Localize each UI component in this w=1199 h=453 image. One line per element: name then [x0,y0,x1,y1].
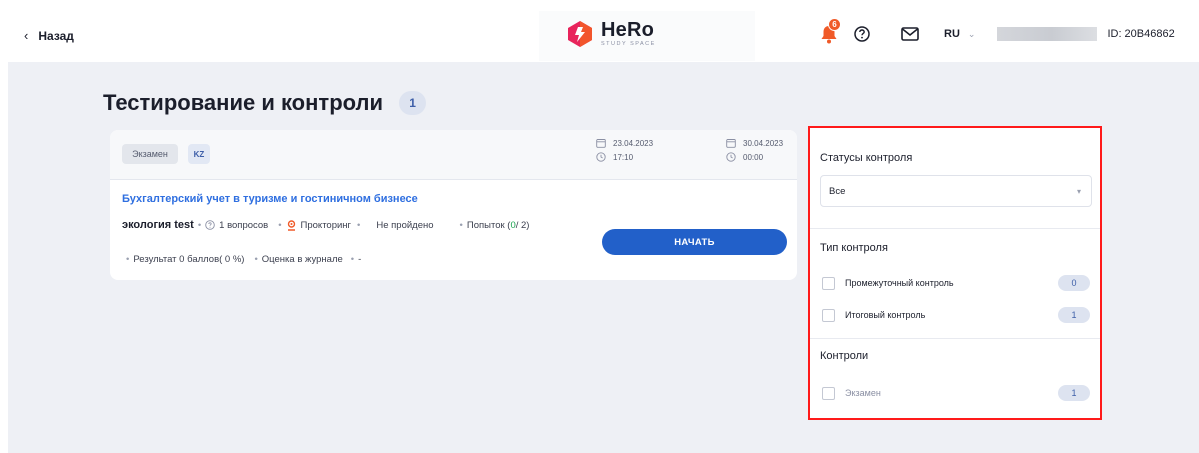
type-filter-label: Итоговый контроль [845,310,926,320]
user-id: ID: 20B46862 [1107,28,1175,40]
header-actions: 6 RU ⌄ ID: 20B46862 [818,18,1175,46]
end-date: 30.04.2023 [743,138,784,148]
chevron-left-icon: ‹ [24,28,29,43]
language-value: RU [944,28,960,40]
caret-down-icon: ▾ [1076,186,1081,196]
test-results: • Результат 0 баллов( 0 %) • Оценка в жу… [126,254,362,265]
type-filter-count: 1 [1058,307,1090,323]
top-bar: ‹ Назад HeRo STUDY SPACE 6 RU ⌄ ID: 20B4… [0,0,1199,62]
journal-grade-label: Оценка в журнале [261,254,343,265]
page-title: Тестирование и контроли [103,90,384,115]
course-title-link[interactable]: Бухгалтерский учет в туризме и гостиничн… [122,193,418,205]
journal-grade-value: - [358,254,362,265]
test-card: Экзамен KZ 23.04.2023 17:10 30.04.2023 0… [110,130,797,280]
attempts-label: Попыток ( [466,219,511,231]
language-selector[interactable]: RU ⌄ [944,28,975,40]
chevron-down-icon: ⌄ [967,28,976,39]
controls-filter-exam[interactable]: Экзамен 1 [822,384,1090,402]
questions-count: 1 вопросов [219,219,269,231]
test-name: экология test [122,219,194,231]
messages-button[interactable] [900,24,920,44]
support-chat-icon [854,26,870,42]
support-button[interactable] [852,24,872,44]
control-type-tag: Экзамен [122,144,178,164]
question-circle-icon [205,220,215,230]
notification-badge: 6 [828,18,841,31]
controls-filter-count: 1 [1058,385,1090,401]
start-date: 23.04.2023 [613,138,654,148]
type-filter-label: Промежуточный контроль [845,278,954,288]
notifications-button[interactable]: 6 [818,18,841,46]
type-filter-intermediate[interactable]: Промежуточный контроль 0 [822,274,1090,292]
checkbox[interactable] [822,308,835,322]
logo[interactable]: HeRo STUDY SPACE [565,19,656,49]
checkbox[interactable] [822,276,835,290]
status-select-value: Все [829,185,846,197]
type-filter-title: Тип контроля [820,242,888,254]
proctoring-icon [287,219,295,231]
attempts-total: / 2) [515,219,530,231]
filter-panel: Статусы контроля Все ▾ Тип контроля Пром… [808,126,1102,420]
result-score: Результат 0 баллов( 0 %) [133,254,245,265]
start-time: 17:10 [613,152,634,162]
proctoring-label: Прокторинг [300,219,352,231]
tests-count-badge: 1 [399,91,427,115]
clock-icon [596,152,606,162]
calendar-icon [596,139,606,148]
status-select[interactable]: Все ▾ [820,175,1092,207]
controls-filter-label: Экзамен [845,388,881,398]
end-datetime: 30.04.2023 00:00 [726,138,783,162]
back-button[interactable]: ‹ Назад [24,28,74,43]
logo-subtitle: STUDY SPACE [601,41,656,48]
test-card-header: Экзамен KZ 23.04.2023 17:10 30.04.2023 0… [110,130,797,180]
divider [810,228,1100,229]
mail-icon [901,27,919,41]
controls-filter-title: Контроли [820,350,869,362]
start-test-button[interactable]: НАЧАТЬ [602,229,787,255]
back-label: Назад [38,28,74,43]
checkbox[interactable] [822,386,835,400]
test-status: Не пройдено [376,219,434,231]
language-tag: KZ [188,144,210,164]
test-card-body: Бухгалтерский учет в туризме и гостиничн… [110,180,797,280]
end-time: 00:00 [743,152,764,162]
hero-logo-icon [568,21,592,47]
type-filter-final[interactable]: Итоговый контроль 1 [822,306,1090,324]
divider [810,338,1100,339]
start-datetime: 23.04.2023 17:10 [596,138,653,162]
logo-title: HeRo [601,19,655,42]
clock-icon [726,152,736,162]
status-filter-title: Статусы контроля [820,152,913,164]
page-header: Тестирование и контроли 1 [103,90,427,116]
user-name-redacted[interactable] [997,27,1098,41]
type-filter-count: 0 [1058,275,1090,291]
test-meta: экология test • 1 вопросов • Прокторинг … [122,219,530,231]
calendar-icon [726,139,736,148]
